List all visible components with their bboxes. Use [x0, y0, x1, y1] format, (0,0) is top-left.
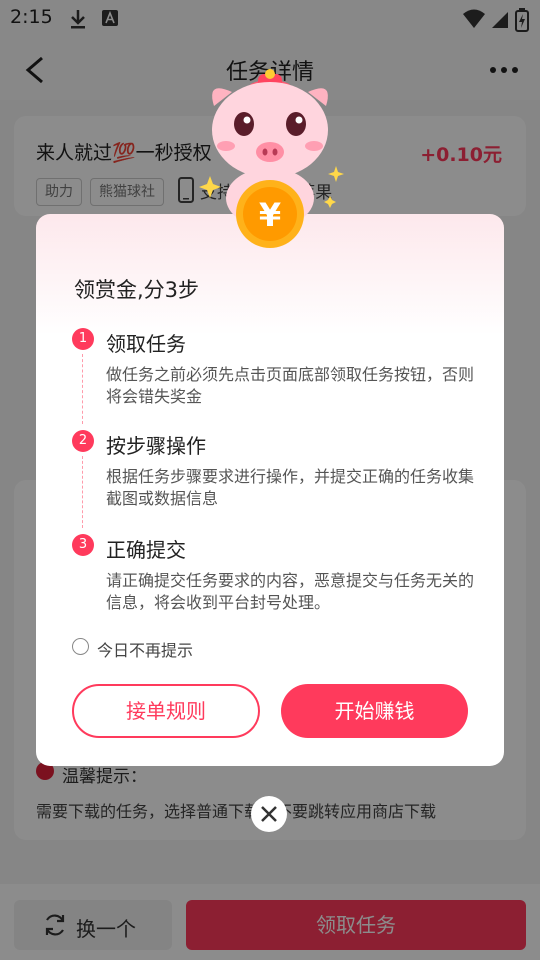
- reward-steps-modal: 领赏金,分3步 1 领取任务 做任务之前必须先点击页面底部领取任务按钮，否则将会…: [36, 214, 504, 766]
- pig-mascot-with-coin-icon: ¥: [199, 69, 344, 248]
- step-desc: 根据任务步骤要求进行操作，并提交正确的任务收集截图或数据信息: [106, 467, 475, 508]
- step-title: 正确提交: [106, 538, 186, 562]
- close-icon: [261, 806, 277, 822]
- step-connector: [82, 354, 83, 424]
- step-connector: [82, 456, 83, 528]
- coin-symbol: ¥: [259, 196, 281, 234]
- rules-button[interactable]: 接单规则: [72, 684, 260, 738]
- step-number: 2: [72, 430, 94, 452]
- step-number: 3: [72, 534, 94, 556]
- modal-title: 领赏金,分3步: [74, 278, 200, 302]
- dont-show-today-checkbox[interactable]: [72, 638, 89, 655]
- dont-show-today-label[interactable]: 今日不再提示: [97, 637, 193, 661]
- start-earning-button[interactable]: 开始赚钱: [281, 684, 468, 738]
- step-title: 按步骤操作: [106, 434, 206, 458]
- step-desc: 做任务之前必须先点击页面底部领取任务按钮，否则将会错失奖金: [106, 365, 475, 406]
- step-number: 1: [72, 328, 94, 350]
- step-title: 领取任务: [106, 332, 186, 356]
- close-modal-button[interactable]: [251, 796, 287, 832]
- step-desc: 请正确提交任务要求的内容，恶意提交与任务无关的信息，将会收到平台封号处理。: [106, 571, 475, 612]
